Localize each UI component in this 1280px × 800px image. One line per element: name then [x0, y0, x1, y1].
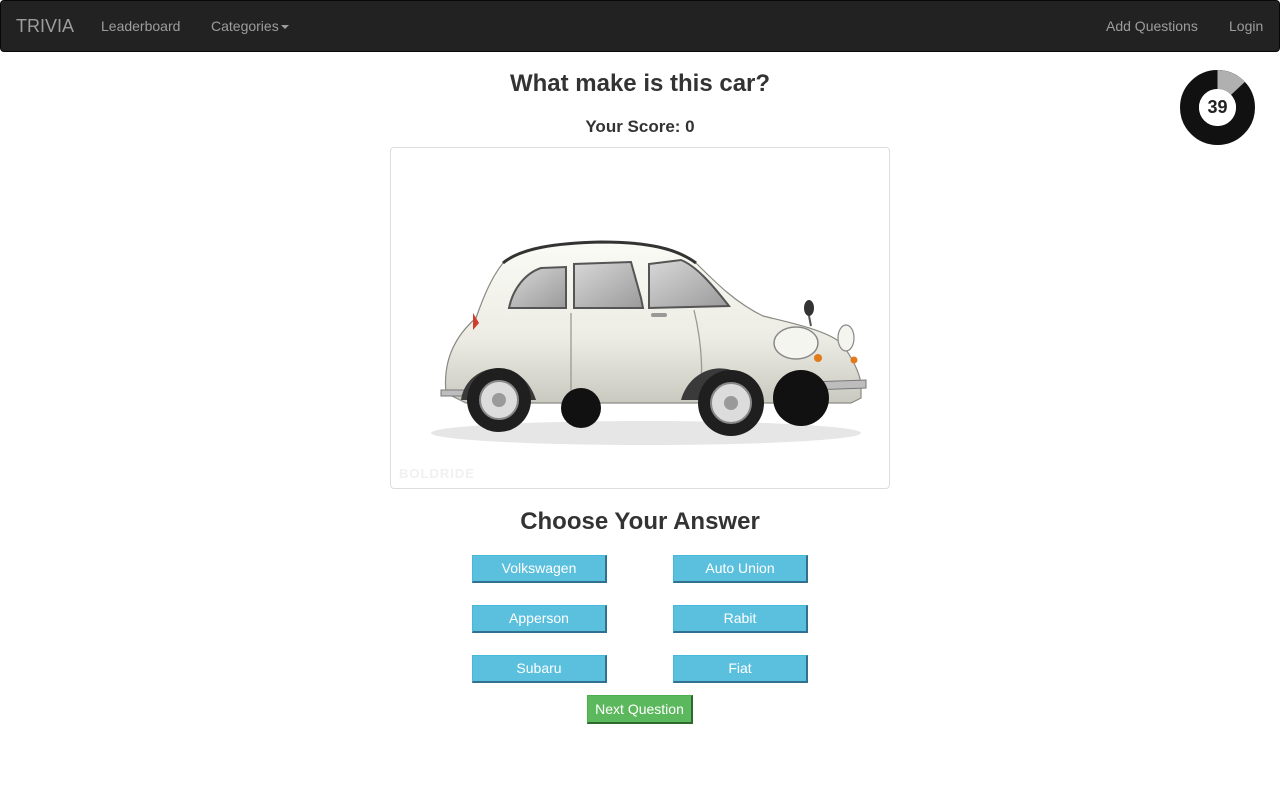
answer-button[interactable]: Subaru	[472, 655, 607, 683]
answer-button[interactable]: Fiat	[673, 655, 808, 683]
car-image-icon	[431, 240, 867, 445]
answer-button[interactable]: Rabit	[673, 605, 808, 633]
timer-seconds: 39	[1207, 97, 1228, 117]
score-display: Your Score: 0	[585, 117, 695, 136]
countdown-timer: 39	[1180, 70, 1255, 145]
question-title: What make is this car?	[509, 70, 771, 97]
image-watermark: BOLDRIDE	[399, 466, 475, 481]
answer-button[interactable]: Apperson	[472, 605, 607, 633]
top-navbar: TRIVIA Leaderboard Categories Add Questi…	[0, 0, 1280, 52]
nav-add-questions[interactable]: Add Questions	[1106, 1, 1198, 51]
next-question-button[interactable]: Next Question	[587, 695, 693, 724]
nav-categories-dropdown[interactable]: Categories	[211, 1, 289, 51]
question-image: BOLDRIDE	[390, 147, 890, 489]
caret-down-icon	[280, 25, 289, 30]
choose-answer-heading: Choose Your Answer	[520, 508, 760, 535]
brand-link[interactable]: TRIVIA	[16, 1, 74, 51]
nav-leaderboard[interactable]: Leaderboard	[101, 1, 180, 51]
answer-button[interactable]: Volkswagen	[472, 555, 607, 583]
answer-button[interactable]: Auto Union	[673, 555, 808, 583]
nav-login[interactable]: Login	[1229, 1, 1263, 51]
nav-categories-label: Categories	[211, 18, 279, 34]
